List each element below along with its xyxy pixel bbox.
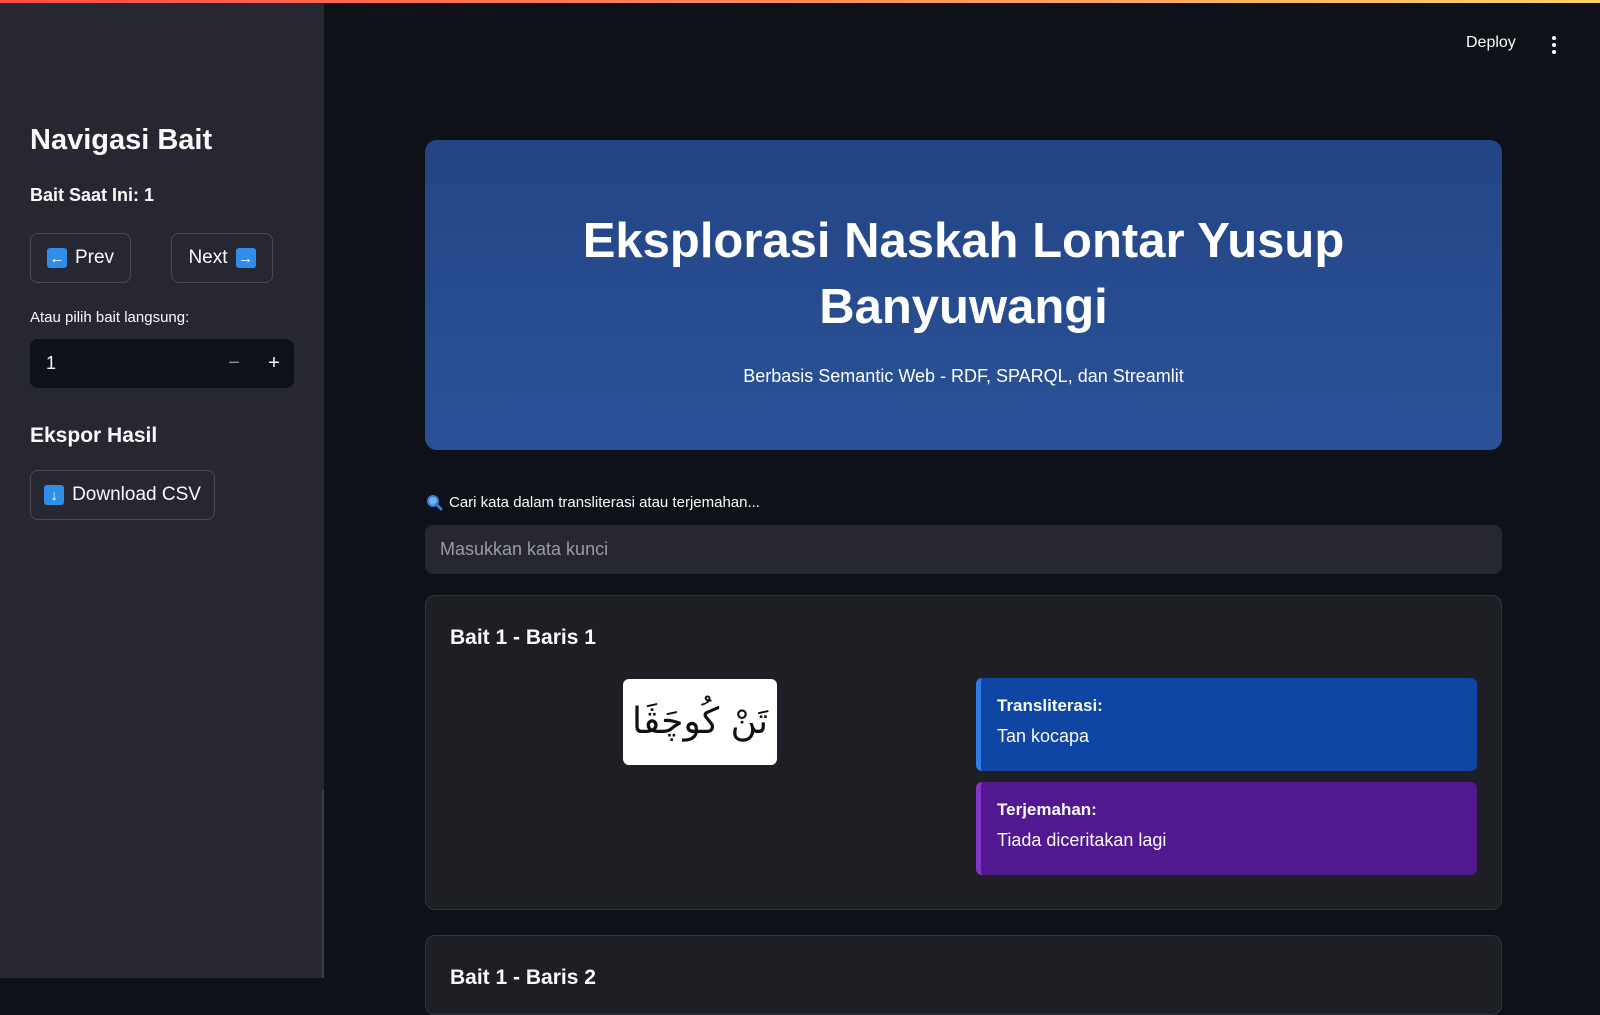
- sidebar: Navigasi Bait Bait Saat Ini: 1 ← Prev Ne…: [0, 0, 324, 978]
- arabic-script-text: تَنْ كُوچَڤَا: [631, 701, 769, 742]
- right-arrow-icon: →: [235, 248, 256, 268]
- transliteration-label: Transliterasi:: [997, 696, 1103, 715]
- next-button[interactable]: Next →: [171, 233, 273, 283]
- translation-label: Terjemahan:: [997, 800, 1097, 819]
- search-label: Cari kata dalam transliterasi atau terje…: [426, 494, 760, 511]
- kebab-dot: [1552, 43, 1556, 47]
- kebab-dot: [1552, 50, 1556, 54]
- prev-button-label: Prev: [74, 247, 115, 268]
- bait-number-input[interactable]: 1 − +: [30, 339, 294, 388]
- page-subtitle: Berbasis Semantic Web - RDF, SPARQL, dan…: [743, 366, 1184, 386]
- bait-line-card: Bait 1 - Baris 2: [425, 935, 1502, 1015]
- translation-box: Terjemahan: Tiada diceritakan lagi: [976, 782, 1477, 875]
- search-label-text: Cari kata dalam transliterasi atau terje…: [449, 494, 760, 511]
- bait-line-card: Bait 1 - Baris 1 تَنْ كُوچَڤَا Translite…: [425, 595, 1502, 910]
- deploy-button[interactable]: Deploy: [1466, 34, 1516, 52]
- current-bait-label: Bait Saat Ini: 1: [30, 185, 155, 205]
- kebab-menu-icon[interactable]: [1548, 34, 1560, 56]
- download-csv-label: Download CSV: [72, 484, 201, 505]
- decrement-button[interactable]: −: [214, 339, 254, 388]
- page-title: Eksplorasi Naskah Lontar Yusup Banyuwang…: [582, 214, 1345, 334]
- translation-text: Tiada diceritakan lagi: [997, 830, 1167, 850]
- transliteration-text: Tan kocapa: [997, 726, 1090, 746]
- bait-number-value[interactable]: 1: [30, 353, 214, 374]
- pick-bait-label: Atau pilih bait langsung:: [30, 309, 190, 326]
- sidebar-resize-handle[interactable]: [322, 790, 324, 978]
- hero-banner: Eksplorasi Naskah Lontar Yusup Banyuwang…: [425, 140, 1502, 450]
- search-input[interactable]: [425, 525, 1502, 574]
- card-title: Bait 1 - Baris 2: [450, 966, 596, 989]
- increment-button[interactable]: +: [254, 339, 294, 388]
- card-title: Bait 1 - Baris 1: [450, 626, 596, 649]
- top-decoration-bar: [0, 0, 1600, 3]
- prev-button[interactable]: ← Prev: [30, 233, 131, 283]
- magnifier-icon: [427, 495, 443, 511]
- manuscript-script-image: تَنْ كُوچَڤَا: [623, 679, 777, 765]
- next-button-label: Next: [188, 247, 228, 268]
- transliteration-box: Transliterasi: Tan kocapa: [976, 678, 1477, 771]
- kebab-dot: [1552, 36, 1556, 40]
- sidebar-title: Navigasi Bait: [30, 124, 213, 156]
- download-csv-button[interactable]: ↓ Download CSV: [30, 470, 215, 520]
- left-arrow-icon: ←: [46, 248, 67, 268]
- down-arrow-icon: ↓: [44, 485, 65, 505]
- export-title: Ekspor Hasil: [30, 424, 158, 447]
